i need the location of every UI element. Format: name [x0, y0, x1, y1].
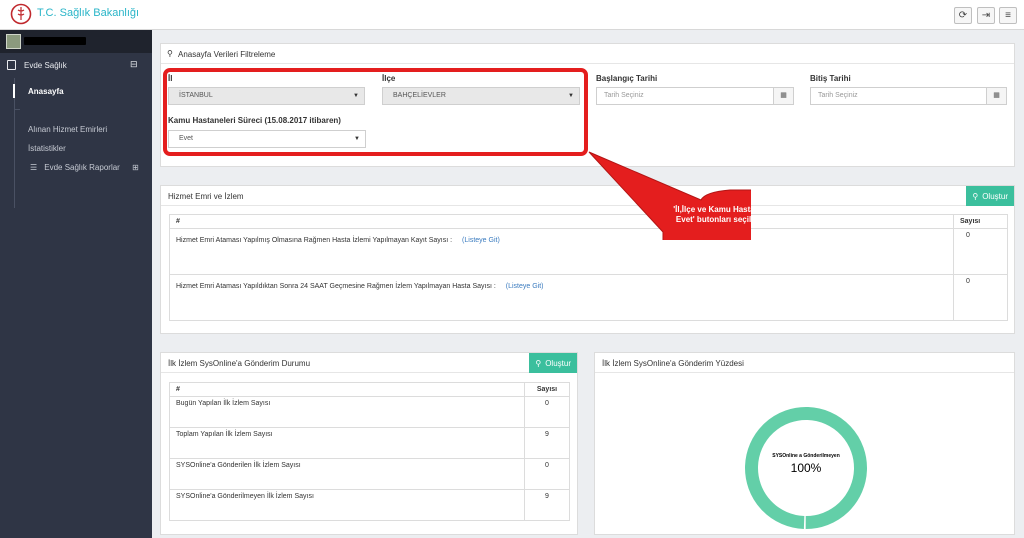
list-icon: ☰ [30, 163, 38, 172]
brand-title[interactable]: T.C. Sağlık Bakanlığı [37, 7, 139, 19]
refresh-button[interactable]: ⟳ [954, 7, 972, 24]
col-hash: # [169, 214, 954, 229]
table-row: SYSOnline'a Gönderilmeyen İlk İzlem Sayı… [169, 489, 570, 521]
percent-panel-header: İlk İzlem SysOnline'a Gönderim Yüzdesi [595, 353, 1014, 373]
filter-panel-title: Anasayfa Verileri Filtreleme [178, 50, 276, 59]
row-count: 9 [524, 489, 570, 521]
callout-text: 'İl,İlçe ve Kamu Hastaneleri Süreci Evet… [673, 205, 803, 224]
hamburger-icon: ≡ [1005, 10, 1011, 21]
sidebar-item-evde-saglik-raporlar[interactable]: ☰ Evde Sağlık Raporlar ⊞ [30, 163, 139, 172]
calendar-icon[interactable]: ▦ [773, 88, 793, 104]
calendar-icon[interactable]: ▦ [986, 88, 1006, 104]
col-count: Sayısı [953, 214, 1008, 229]
hizmet-panel-title: Hizmet Emri ve İzlem [168, 192, 244, 201]
sysonline-table: # Sayısı Bugün Yapılan İlk İzlem Sayısı … [169, 382, 570, 521]
create-label: Oluştur [545, 358, 571, 368]
donut-center-value: 100% [790, 461, 822, 475]
row-label: SYSOnline'a Gönderilen İlk İzlem Sayısı [169, 458, 525, 490]
percent-panel-title: İlk İzlem SysOnline'a Gönderim Yüzdesi [602, 359, 744, 368]
sysonline-panel-title: İlk İzlem SysOnline'a Gönderim Durumu [168, 359, 311, 368]
sysonline-panel: İlk İzlem SysOnline'a Gönderim Durumu ⚲ … [160, 352, 578, 535]
search-icon: ⚲ [167, 49, 173, 58]
nav-separator [14, 109, 20, 110]
table-row: Bugün Yapılan İlk İzlem Sayısı 0 [169, 396, 570, 428]
avatar[interactable] [6, 34, 21, 49]
sidebar-item-alinan-hizmet-emirleri[interactable]: Alınan Hizmet Emirleri [28, 125, 107, 134]
logout-icon: ⇥ [981, 10, 991, 21]
row-count: 0 [953, 274, 1008, 321]
start-date-label: Başlangıç Tarihi [596, 74, 658, 83]
table-row: SYSOnline'a Gönderilen İlk İzlem Sayısı … [169, 458, 570, 490]
row-label: Bugün Yapılan İlk İzlem Sayısı [169, 396, 525, 428]
list-link[interactable]: (Listeye Git) [462, 237, 500, 244]
menu-button[interactable]: ≡ [999, 7, 1017, 24]
sysonline-create-button[interactable]: ⚲ Oluştur [529, 353, 577, 373]
row-count: 9 [524, 427, 570, 459]
top-bar: T.C. Sağlık Bakanlığı ⟳ ⇥ ≡ [0, 0, 1024, 30]
expand-icon[interactable]: ⊞ [132, 163, 139, 172]
callout-bubble [588, 151, 751, 240]
row-label: Toplam Yapılan İlk İzlem Sayısı [169, 427, 525, 459]
create-label: Oluştur [982, 191, 1008, 201]
sidebar: Evde Sağlık ⊟ Anasayfa Alınan Hizmet Emi… [0, 30, 152, 538]
table-row: Toplam Yapılan İlk İzlem Sayısı 9 [169, 427, 570, 459]
highlight-box [163, 68, 588, 156]
row-count: 0 [524, 396, 570, 428]
search-icon: ⚲ [535, 358, 542, 368]
sysonline-panel-header: İlk İzlem SysOnline'a Gönderim Durumu ⚲ … [161, 353, 577, 373]
end-date-placeholder: Tarih Seçiniz [818, 92, 858, 99]
username-redacted [24, 37, 86, 45]
end-date-label: Bitiş Tarihi [810, 74, 851, 83]
row-text: Hizmet Emri Ataması Yapılmış Olmasına Ra… [176, 237, 453, 244]
sidebar-section-label: Evde Sağlık [24, 61, 67, 70]
percent-panel: İlk İzlem SysOnline'a Gönderim Yüzdesi S… [594, 352, 1015, 535]
refresh-icon: ⟳ [958, 10, 968, 21]
start-date-placeholder: Tarih Seçiniz [604, 92, 644, 99]
donut-center-label: SYSOnline a Gönderilmeyen [772, 453, 840, 459]
hizmet-create-button[interactable]: ⚲ Oluştur [966, 186, 1014, 206]
list-link[interactable]: (Listeye Git) [506, 283, 544, 290]
filter-panel-header: ⚲ Anasayfa Verileri Filtreleme [161, 44, 1014, 64]
col-count: Sayısı [524, 382, 570, 397]
nav-active-marker [13, 84, 15, 98]
search-icon: ⚲ [972, 191, 979, 201]
row-count: 0 [953, 228, 1008, 275]
logout-button[interactable]: ⇥ [977, 7, 995, 24]
start-date-input[interactable]: Tarih Seçiniz ▦ [596, 87, 794, 105]
ministry-logo-icon [10, 3, 32, 25]
sidebar-item-istatistikler[interactable]: İstatistikler [28, 144, 66, 153]
table-header-row: # Sayısı [169, 382, 570, 397]
collapse-toggle-icon[interactable]: ⊟ [130, 59, 138, 70]
sidebar-item-anasayfa[interactable]: Anasayfa [28, 87, 64, 96]
user-bar [0, 30, 152, 53]
row-count: 0 [524, 458, 570, 490]
end-date-input[interactable]: Tarih Seçiniz ▦ [810, 87, 1007, 105]
table-row: Hizmet Emri Ataması Yapıldıktan Sonra 24… [169, 274, 1008, 321]
row-text: Hizmet Emri Ataması Yapıldıktan Sonra 24… [176, 283, 496, 290]
document-icon [7, 60, 16, 70]
sidebar-section-evde-saglik[interactable]: Evde Sağlık ⊟ [0, 57, 152, 75]
col-hash: # [169, 382, 525, 397]
sidebar-item-label: Evde Sağlık Raporlar [44, 163, 120, 172]
row-label: SYSOnline'a Gönderilmeyen İlk İzlem Sayı… [169, 489, 525, 521]
